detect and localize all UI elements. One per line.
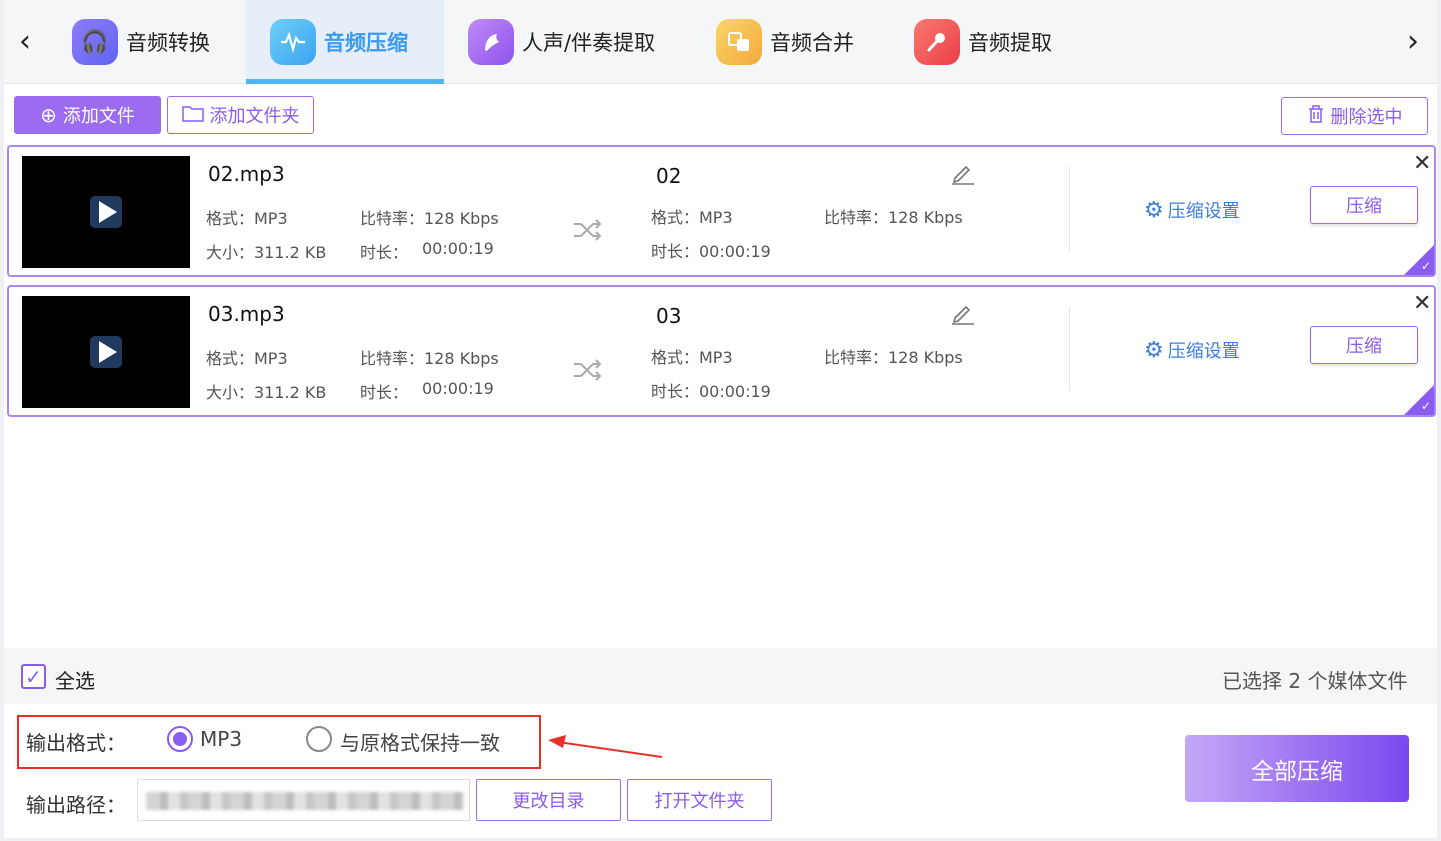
voice-icon xyxy=(468,19,514,65)
file-name: 03.mp3 xyxy=(208,302,285,326)
output-path-label: 输出路径： xyxy=(26,793,126,817)
output-name: 03 xyxy=(656,304,682,328)
delete-selected-button[interactable]: 删除选中 xyxy=(1281,97,1428,135)
output-bitrate: 比特率：128 Kbps xyxy=(824,348,963,367)
open-folder-button[interactable]: 打开文件夹 xyxy=(627,779,772,821)
file-row[interactable]: 02.mp3 格式：MP3 比特率：128 Kbps 大小：311.2 KB 时… xyxy=(7,145,1436,277)
shuffle-icon xyxy=(573,359,603,387)
app-window: ‹ 🎧 音频转换 音频压缩 人声/伴奏提取 音频合并 音频提取 › ⊕ 添加文件… xyxy=(4,0,1437,838)
compress-settings-link[interactable]: ⚙ 压缩设置 xyxy=(1144,337,1240,363)
file-format: 格式：MP3 xyxy=(206,349,288,368)
select-all-label: 全选 xyxy=(55,669,95,693)
tab-voice-extract[interactable]: 人声/伴奏提取 xyxy=(444,0,692,84)
select-bar: ✓ 全选 已选择 2 个媒体文件 xyxy=(4,648,1437,704)
play-icon[interactable] xyxy=(90,196,122,228)
add-file-button[interactable]: ⊕ 添加文件 xyxy=(14,96,161,134)
add-folder-label: 添加文件夹 xyxy=(209,106,300,127)
compress-all-button[interactable]: 全部压缩 xyxy=(1185,735,1409,802)
duration-label: 时长： xyxy=(360,243,409,262)
add-folder-button[interactable]: 添加文件夹 xyxy=(167,96,314,134)
annotation-arrow xyxy=(548,735,663,758)
compress-settings-label: 压缩设置 xyxy=(1167,201,1240,222)
blurred-path xyxy=(146,792,464,810)
output-format: 格式：MP3 xyxy=(651,208,733,227)
tab-audio-convert[interactable]: 🎧 音频转换 xyxy=(48,0,246,84)
play-icon[interactable] xyxy=(90,336,122,368)
video-thumbnail xyxy=(22,156,190,268)
shuffle-icon xyxy=(573,219,603,247)
tab-label: 音频压缩 xyxy=(324,31,408,55)
compress-button[interactable]: 压缩 xyxy=(1310,326,1418,364)
output-bitrate: 比特率：128 Kbps xyxy=(824,208,963,227)
tab-audio-extract[interactable]: 音频提取 xyxy=(890,0,1088,84)
edit-icon[interactable] xyxy=(951,303,975,325)
check-icon: ✓ xyxy=(1420,259,1431,273)
file-row[interactable]: 03.mp3 格式：MP3 比特率：128 Kbps 大小：311.2 KB 时… xyxy=(7,285,1436,417)
file-size: 大小：311.2 KB xyxy=(206,243,327,262)
divider xyxy=(1069,307,1070,391)
duration-label: 时长： xyxy=(360,383,409,402)
tab-audio-compress[interactable]: 音频压缩 xyxy=(246,0,444,84)
output-path-input[interactable] xyxy=(137,779,470,821)
format-radio-keep[interactable] xyxy=(306,726,332,752)
edit-icon[interactable] xyxy=(951,163,975,185)
file-size: 大小：311.2 KB xyxy=(206,383,327,402)
chevron-left-icon[interactable]: ‹ xyxy=(10,24,40,59)
trash-icon xyxy=(1307,104,1325,129)
delete-selected-label: 删除选中 xyxy=(1330,107,1403,128)
headphones-icon: 🎧 xyxy=(72,19,118,65)
output-format: 格式：MP3 xyxy=(651,348,733,367)
file-duration: 00:00:19 xyxy=(422,239,494,258)
select-all-checkbox[interactable]: ✓ xyxy=(21,664,46,689)
close-icon[interactable]: ✕ xyxy=(1413,291,1431,316)
format-option-keep-label[interactable]: 与原格式保持一致 xyxy=(340,727,500,756)
output-duration: 时长：00:00:19 xyxy=(651,382,771,401)
waveform-icon xyxy=(270,19,316,65)
close-icon[interactable]: ✕ xyxy=(1413,151,1431,176)
change-directory-button[interactable]: 更改目录 xyxy=(476,779,621,821)
file-bitrate: 比特率：128 Kbps xyxy=(360,209,499,228)
tab-audio-merge[interactable]: 音频合并 xyxy=(692,0,890,84)
chevron-right-icon[interactable]: › xyxy=(1398,24,1428,59)
folder-icon xyxy=(181,103,204,127)
add-file-label: 添加文件 xyxy=(62,106,135,127)
plus-circle-icon: ⊕ xyxy=(40,103,57,127)
tab-label: 音频转换 xyxy=(126,31,210,55)
compress-settings-link[interactable]: ⚙ 压缩设置 xyxy=(1144,197,1240,223)
video-thumbnail xyxy=(22,296,190,408)
compress-settings-label: 压缩设置 xyxy=(1167,341,1240,362)
tab-label: 音频合并 xyxy=(770,31,854,55)
format-option-mp3-label[interactable]: MP3 xyxy=(200,727,242,751)
microphone-icon xyxy=(914,19,960,65)
gear-icon: ⚙ xyxy=(1144,197,1164,223)
tab-label: 人声/伴奏提取 xyxy=(522,31,656,55)
file-duration: 00:00:19 xyxy=(422,379,494,398)
selected-count: 已选择 2 个媒体文件 xyxy=(1222,669,1408,693)
output-format-label: 输出格式： xyxy=(26,731,126,755)
tab-label: 音频提取 xyxy=(968,31,1052,55)
file-bitrate: 比特率：128 Kbps xyxy=(360,349,499,368)
format-radio-mp3[interactable] xyxy=(167,726,193,752)
divider xyxy=(1069,167,1070,251)
file-format: 格式：MP3 xyxy=(206,209,288,228)
output-name: 02 xyxy=(656,164,682,188)
file-name: 02.mp3 xyxy=(208,162,285,186)
merge-icon xyxy=(716,19,762,65)
check-icon: ✓ xyxy=(1420,399,1431,413)
compress-button[interactable]: 压缩 xyxy=(1310,186,1418,224)
output-duration: 时长：00:00:19 xyxy=(651,242,771,261)
gear-icon: ⚙ xyxy=(1144,337,1164,363)
tab-bar: ‹ 🎧 音频转换 音频压缩 人声/伴奏提取 音频合并 音频提取 › xyxy=(4,0,1437,84)
